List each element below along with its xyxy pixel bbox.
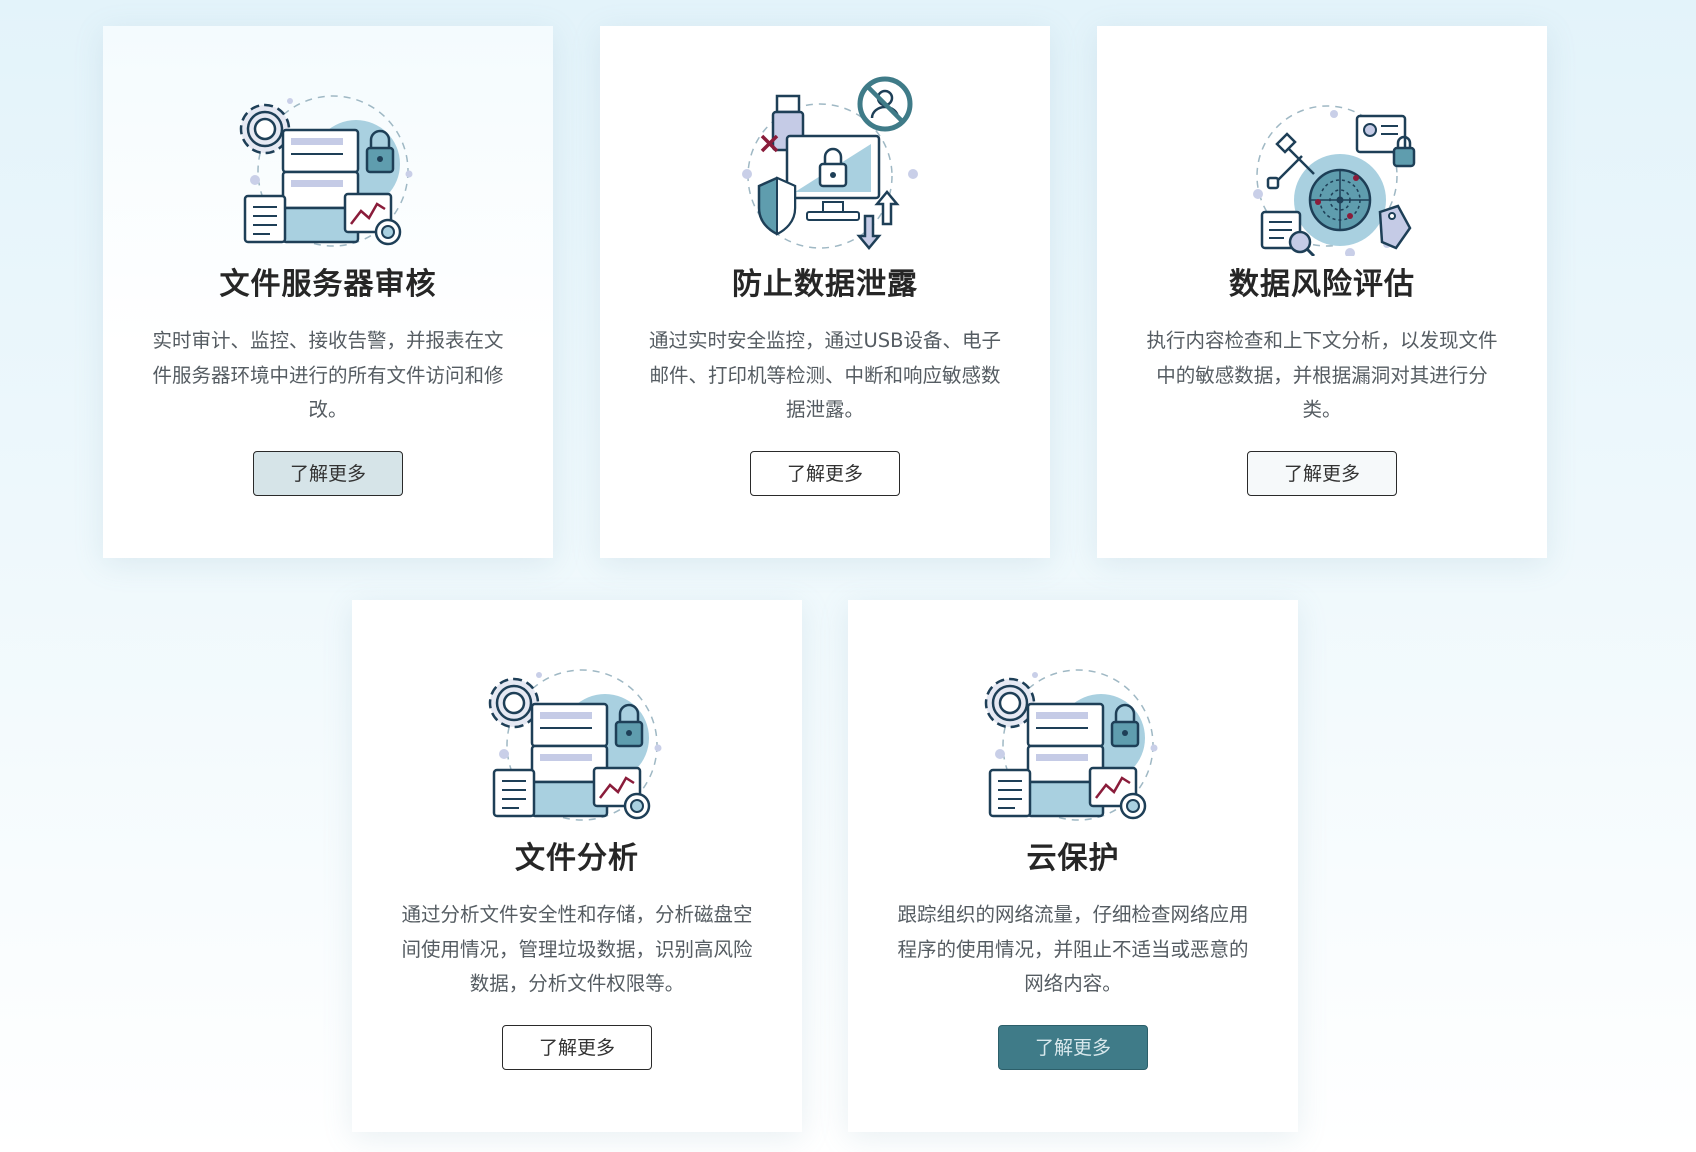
learn-more-button[interactable]: 了解更多 [253,451,403,496]
card-title: 文件分析 [515,841,639,876]
card-description: 执行内容检查和上下文分析，以发现文件中的敏感数据，并根据漏洞对其进行分类。 [1146,329,1498,421]
card-data-risk-assessment: 数据风险评估 执行内容检查和上下文分析，以发现文件中的敏感数据，并根据漏洞对其进… [1097,26,1547,558]
card-title: 防止数据泄露 [732,267,918,302]
card-file-analysis: 文件分析 通过分析文件安全性和存储，分析磁盘空间使用情况，管理垃圾数据，识别高风… [352,600,802,1132]
card-title: 数据风险评估 [1229,267,1415,302]
card-description: 通过实时安全监控，通过USB设备、电子邮件、打印机等检测、中断和响应敏感数据泄露… [648,329,1002,421]
cloud-protection-illustration [973,640,1173,830]
card-title: 文件服务器审核 [219,267,437,302]
card-title: 云保护 [1026,841,1120,876]
card-description: 跟踪组织的网络流量，仔细检查网络应用程序的使用情况，并阻止不适当或恶意的网络内容… [897,903,1249,995]
learn-more-button[interactable]: 了解更多 [750,451,900,496]
file-analysis-illustration [477,640,677,830]
file-server-audit-illustration [228,66,428,256]
card-file-server-audit: 文件服务器审核 实时审计、监控、接收告警，并报表在文件服务器环境中进行的所有文件… [103,26,553,558]
data-risk-assessment-illustration [1222,66,1422,258]
card-cloud-protection: 云保护 跟踪组织的网络流量，仔细检查网络应用程序的使用情况，并阻止不适当或恶意的… [848,600,1298,1132]
learn-more-button[interactable]: 了解更多 [998,1025,1148,1070]
data-leak-prevention-illustration [725,66,925,256]
card-description: 实时审计、监控、接收告警，并报表在文件服务器环境中进行的所有文件访问和修改。 [152,329,504,421]
card-description: 通过分析文件安全性和存储，分析磁盘空间使用情况，管理垃圾数据，识别高风险数据，分… [401,903,753,995]
learn-more-button[interactable]: 了解更多 [1247,451,1397,496]
learn-more-button[interactable]: 了解更多 [502,1025,652,1070]
card-data-leak-prevention: 防止数据泄露 通过实时安全监控，通过USB设备、电子邮件、打印机等检测、中断和响… [600,26,1050,558]
